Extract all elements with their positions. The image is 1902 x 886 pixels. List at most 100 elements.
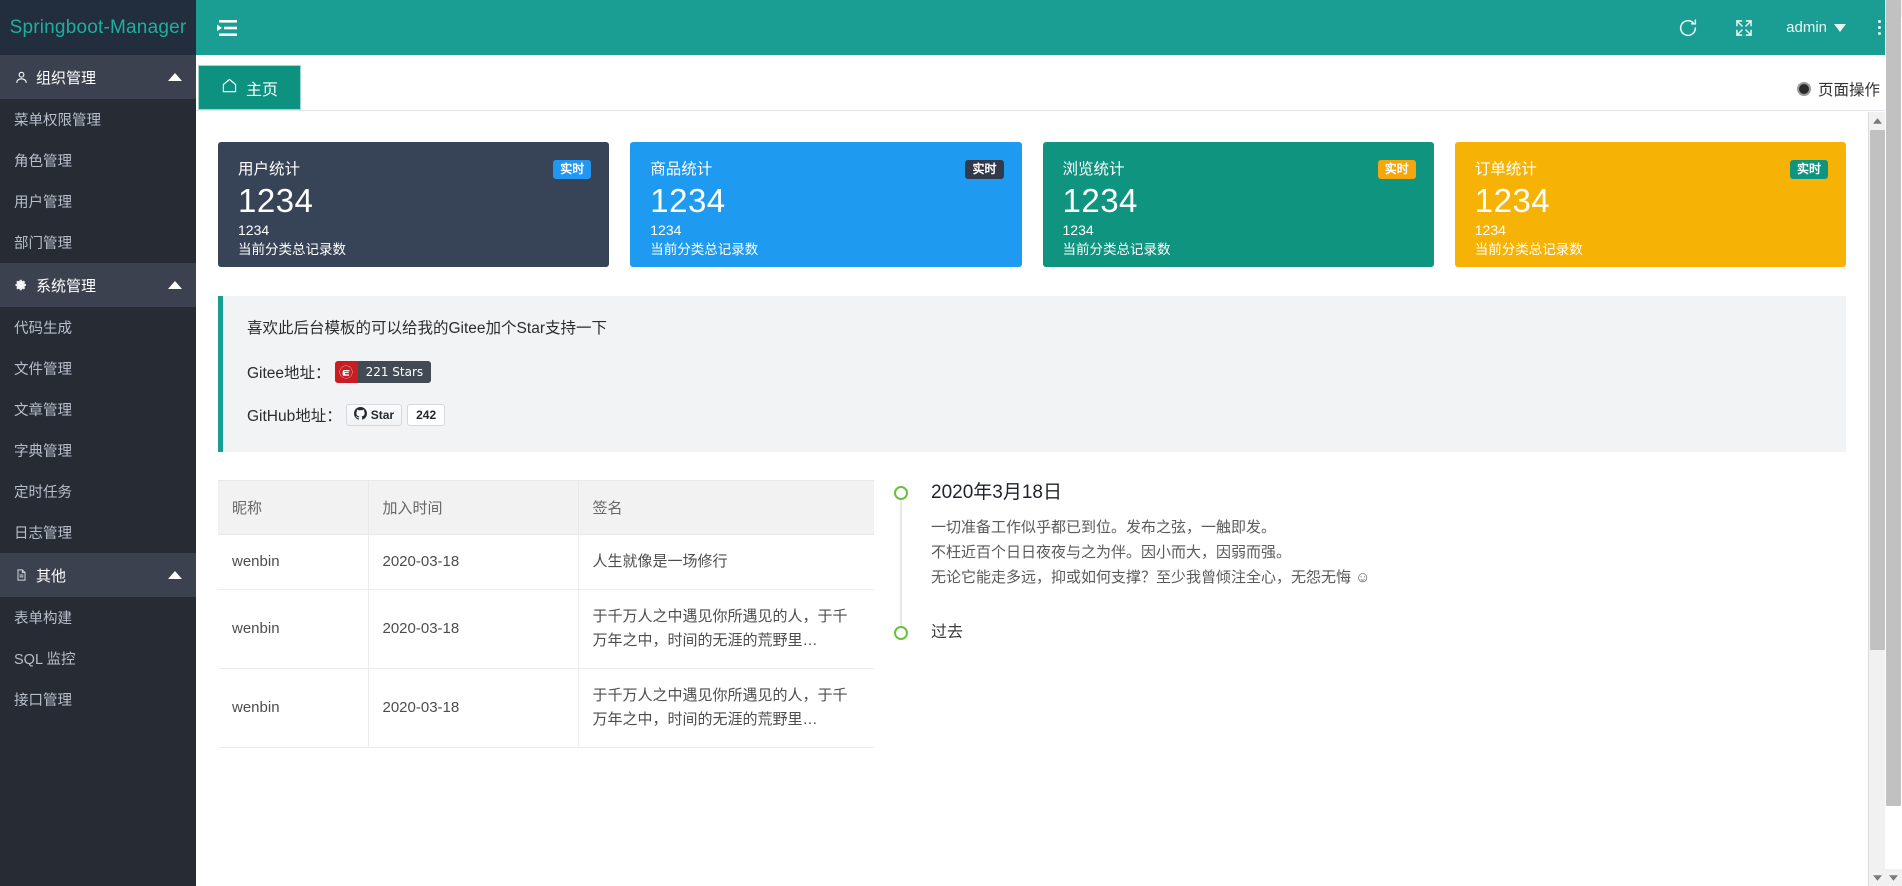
brand-logo[interactable]: Springboot-Manager [0,0,196,55]
sidebar-group-2[interactable]: 其他 [0,553,196,597]
status-badge: 实时 [1377,160,1416,179]
table-row[interactable]: wenbin 2020-03-18 于千万人之中遇见你所遇见的人，于千万年之中，时间… [218,668,874,748]
table-head: 昵称 加入时间 签名 [218,480,874,535]
github-star-badge[interactable]: Star 242 [345,404,446,426]
top-header: admin [196,0,1902,55]
sidebar-item-1-2[interactable]: 文章管理 [0,389,196,430]
sidebar-item-0-2[interactable]: 用户管理 [0,181,196,222]
stat-card-3[interactable]: 订单统计 实时 1234 1234 当前分类总记录数 [1454,142,1846,267]
scroll-down-arrow-icon[interactable] [1869,869,1886,886]
stat-card-value: 1234 [238,182,314,219]
table-row[interactable]: wenbin 2020-03-18 于千万人之中遇见你所遇见的人，于千万年之中，时间… [218,589,874,669]
stat-card-desc: 当前分类总记录数 [1062,242,1171,257]
sidebar-item-1-0[interactable]: 代码生成 [0,307,196,348]
timeline-line: 不枉近百个日日夜夜与之为伴。因小而大，因弱而强。 [931,544,1292,561]
sidebar-item-label: 表单构建 [14,611,72,627]
github-star-button[interactable]: Star [345,404,403,426]
sidebar-item-label: SQL 监控 [14,652,76,668]
main-inner: 用户统计 实时 1234 1234 当前分类总记录数 商品统计 实时 1234 1234 当前分类… [196,112,1886,886]
app-root: Springboot-Manager 组织管理菜单权限管理角色管理用户管理部门管… [0,0,1902,886]
stat-card-1[interactable]: 商品统计 实时 1234 1234 当前分类总记录数 [630,142,1022,267]
page-operations-label: 页面操作 [1817,82,1880,99]
users-table-wrap: 昵称 加入时间 签名 wenbin 2020-03-18 人生就像是一场修行 wenb… [218,480,874,748]
stat-card-title: 用户统计 [238,161,301,178]
timeline-title: 2020年3月18日 [931,482,1062,503]
header-actions: admin [1660,0,1902,55]
gitee-star-count: 221 Stars [357,361,432,383]
user-menu[interactable]: admin [1772,0,1856,55]
fullscreen-icon[interactable] [1716,0,1772,55]
gitee-star-badge[interactable]: 221 Stars [334,361,432,383]
timeline-title: 过去 [931,624,964,641]
cell-sign: 人生就像是一场修行 [577,534,874,590]
sidebar-item-1-5[interactable]: 日志管理 [0,512,196,553]
stat-card-sub: 1234 [1062,222,1094,238]
cell-sign: 于千万人之中遇见你所遇见的人，于千万年之中，时间的无涯的荒野里… [577,668,874,748]
cell-nick: wenbin [218,589,368,669]
sidebar-group-1[interactable]: 系统管理 [0,263,196,307]
table-header-row: 昵称 加入时间 签名 [218,480,874,535]
stat-card-2[interactable]: 浏览统计 实时 1234 1234 当前分类总记录数 [1042,142,1434,267]
gitee-label: Gitee地址： [247,365,331,382]
sidebar-item-1-4[interactable]: 定时任务 [0,471,196,512]
cell-sign: 于千万人之中遇见你所遇见的人，于千万年之中，时间的无涯的荒野里… [577,589,874,669]
sidebar-item-label: 定时任务 [14,485,72,501]
status-badge: 实时 [1789,160,1828,179]
home-icon [221,77,238,99]
status-badge: 实时 [965,160,1004,179]
refresh-icon[interactable] [1660,0,1716,55]
gitee-icon [334,361,358,383]
timeline-line: 无论它能走多远，抑或如何支撑？至少我曾倾注全心，无怨无悔 ☺ [931,569,1371,586]
sidebar-item-1-1[interactable]: 文件管理 [0,348,196,389]
document-icon [12,568,30,582]
tab-home[interactable]: 主页 [198,65,302,110]
sidebar-item-0-0[interactable]: 菜单权限管理 [0,99,196,140]
cell-time: 2020-03-18 [367,534,578,590]
brand-title: Springboot-Manager [9,16,187,38]
page-scrollbar[interactable] [1885,0,1902,886]
sidebar-item-2-1[interactable]: SQL 监控 [0,638,196,679]
menu-fold-icon[interactable] [196,0,258,55]
page-scrollbar-thumb[interactable] [1886,0,1901,806]
stat-card-value: 1234 [1474,182,1551,219]
timeline-item-1: 过去 [894,620,1846,650]
sidebar-item-0-3[interactable]: 部门管理 [0,222,196,263]
content-scrollbar-thumb[interactable] [1870,130,1885,650]
sidebar-item-label: 接口管理 [14,693,72,709]
sidebar-nav: 组织管理菜单权限管理角色管理用户管理部门管理系统管理代码生成 文件管理 文章管理 字典… [0,55,196,720]
sidebar-item-1-3[interactable]: 字典管理 [0,430,196,471]
users-table: 昵称 加入时间 签名 wenbin 2020-03-18 人生就像是一场修行 wenb… [218,480,874,748]
main-content: 用户统计 实时 1234 1234 当前分类总记录数 商品统计 实时 1234 1234 当前分类… [196,112,1902,886]
bottom-section: 昵称 加入时间 签名 wenbin 2020-03-18 人生就像是一场修行 wenb… [218,480,1846,748]
status-badge: 实时 [553,160,592,179]
stat-card-title: 浏览统计 [1062,161,1125,178]
cell-nick: wenbin [218,534,368,590]
sidebar-group-label: 组织管理 [36,69,97,87]
scroll-up-arrow-icon[interactable] [1869,112,1886,129]
stat-card-sub: 1234 [238,222,270,238]
timeline-node-icon [894,486,908,500]
sidebar-group-0[interactable]: 组织管理 [0,55,196,99]
gitee-row: Gitee地址： 221 Stars [247,361,1822,383]
sidebar-item-label: 部门管理 [14,236,72,252]
stat-card-value: 1234 [650,182,726,219]
sidebar-item-0-1[interactable]: 角色管理 [0,140,196,181]
sidebar-item-2-2[interactable]: 接口管理 [0,679,196,720]
cell-nick: wenbin [218,668,368,748]
sidebar-item-label: 角色管理 [14,154,72,170]
github-label: GitHub地址： [247,408,342,425]
stat-cards: 用户统计 实时 1234 1234 当前分类总记录数 商品统计 实时 1234 1234 当前分类… [208,142,1864,267]
sidebar-group-label: 系统管理 [36,277,97,295]
table-row[interactable]: wenbin 2020-03-18 人生就像是一场修行 [218,534,874,590]
content-scrollbar[interactable] [1868,112,1886,886]
stat-card-0[interactable]: 用户统计 实时 1234 1234 当前分类总记录数 [218,142,610,267]
timeline-body: 一切准备工作似乎都已到位。发布之弦，一触即发。 不枉近百个日日夜夜与之为伴。因小而… [931,506,1846,620]
stat-card-title: 商品统计 [650,161,713,178]
sidebar-item-2-0[interactable]: 表单构建 [0,597,196,638]
user-label: admin [1786,19,1827,36]
page-operations-button[interactable]: 页面操作 [1796,78,1880,100]
page-scroll-down-arrow-icon[interactable] [1885,869,1902,886]
col-header-signature: 签名 [577,480,874,535]
sidebar-item-label: 用户管理 [14,195,72,211]
tab-home-label: 主页 [246,81,279,99]
